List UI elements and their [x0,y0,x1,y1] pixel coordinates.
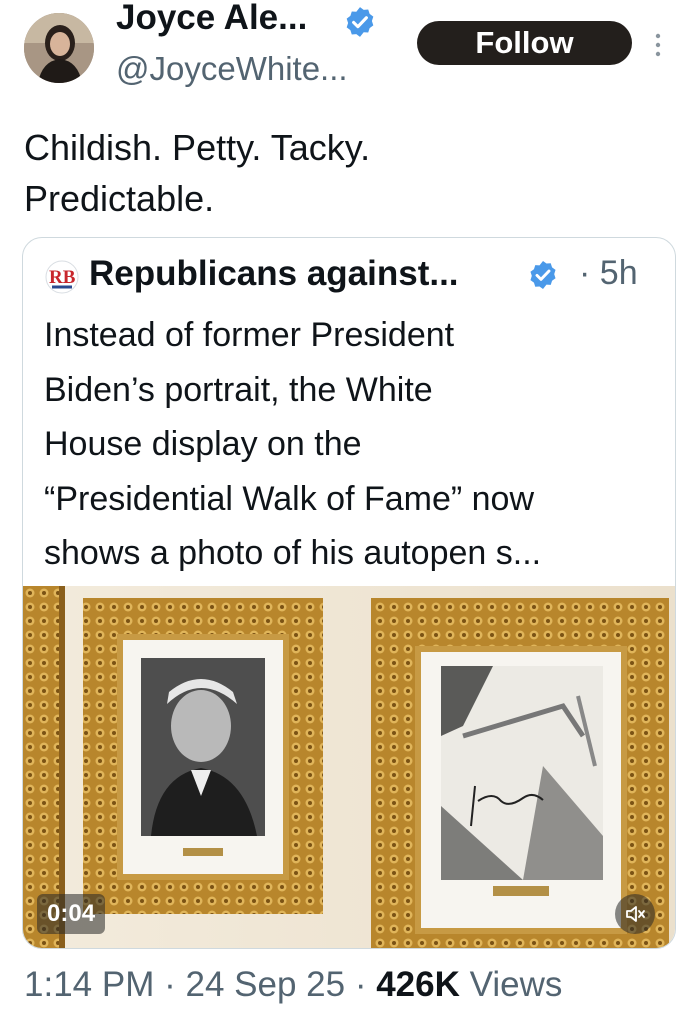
verified-badge-icon [530,261,556,289]
separator-dot: · [354,965,367,1004]
rb-logo-icon: RB [45,260,79,294]
quoted-text-line: House display on the [44,425,362,463]
quoted-tweet-text: Instead of former President Biden’s port… [44,308,664,581]
quoted-text-line: “Presidential Walk of Fame” now [44,479,535,518]
video-thumbnail [23,586,675,948]
views-count: 426K [376,965,460,1004]
mute-button[interactable] [615,894,655,934]
tweet-text: Childish. Petty. Tacky. Predictable. [24,122,664,224]
quoted-text-line: Instead of former President [44,316,455,354]
author-display-name[interactable]: Joyce Ale... [116,0,307,38]
tweet-text-line: Childish. Petty. Tacky. [24,127,371,168]
author-avatar[interactable] [24,13,94,83]
separator-dot: · [579,254,591,292]
quoted-text-line: shows a photo of his autopen s... [44,534,542,572]
separator-dot: · [164,965,176,1004]
follow-button[interactable]: Follow [417,21,632,65]
quoted-time[interactable]: 5h [600,254,638,292]
profile-photo-icon [24,13,94,83]
author-handle[interactable]: @JoyceWhite... [116,50,348,88]
verified-badge-icon [346,7,374,37]
quoted-display-name[interactable]: Republicans against... [89,254,459,294]
tweet-date[interactable]: 24 Sep 25 [185,965,345,1004]
tweet-time[interactable]: 1:14 PM [24,965,154,1004]
video-duration: 0:04 [37,894,106,934]
tweet-text-line: Predictable. [24,178,215,219]
quoted-tweet-card[interactable]: RB Republicans against... · 5h Instead o… [22,237,676,949]
views-label: Views [469,965,563,1004]
quoted-timestamp: · 5h [579,254,638,293]
rb-logo-text: RB [49,267,76,288]
quoted-text-line: Biden’s portrait, the White [44,370,433,409]
video-player[interactable]: 0:04 [23,586,675,948]
tweet-meta: 1:14 PM · 24 Sep 25 · 426K Views [24,965,562,1005]
speaker-muted-icon [626,906,645,922]
more-vertical-icon[interactable] [652,30,664,60]
